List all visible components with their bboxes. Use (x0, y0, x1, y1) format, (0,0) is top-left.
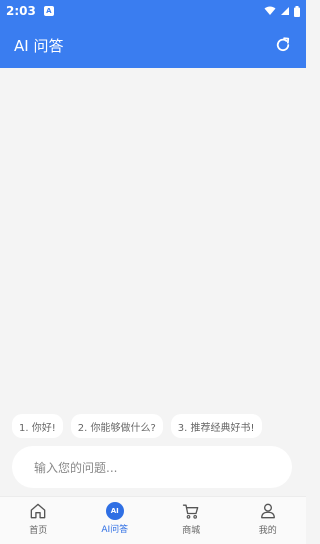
tab-me[interactable]: 我的 (230, 497, 307, 540)
tab-home[interactable]: 首页 (0, 497, 77, 540)
tab-mall[interactable]: 商城 (153, 497, 230, 540)
signal-icon (281, 7, 289, 15)
refresh-icon[interactable] (274, 36, 292, 54)
cart-icon (183, 504, 199, 519)
suggestion-chip-hello[interactable]: 1. 你好! (12, 414, 63, 438)
status-icons (264, 5, 300, 17)
question-input[interactable]: 输入您的问题... (12, 446, 292, 488)
tab-label-ai-qa: AI问答 (101, 525, 129, 535)
suggestion-chip-books[interactable]: 3. 推荐经典好书! (170, 414, 262, 438)
user-icon (260, 503, 275, 519)
status-time: 2:03 (6, 4, 36, 18)
ai-icon: AI (105, 502, 124, 520)
home-icon (30, 503, 46, 519)
app-header: AI 问答 (0, 22, 306, 68)
page-title: AI 问答 (14, 36, 64, 55)
status-bar: 2:03 A (0, 0, 306, 22)
chat-message-area[interactable] (0, 68, 306, 408)
tab-label-me: 我的 (258, 526, 277, 536)
wifi-icon (264, 6, 276, 15)
battery-icon (294, 5, 300, 17)
suggestion-chip-capabilities[interactable]: 2. 你能够做什么? (70, 414, 163, 438)
bottom-tab-bar: 首页 AI AI问答 商城 我的 (0, 496, 306, 540)
tab-label-home: 首页 (29, 526, 48, 536)
tab-label-mall: 商城 (182, 526, 201, 536)
notification-app-icon: A (43, 6, 54, 16)
suggestion-chips: 1. 你好! 2. 你能够做什么? 3. 推荐经典好书! (12, 414, 262, 438)
navigation-bar (0, 540, 306, 544)
tab-ai-qa[interactable]: AI AI问答 (77, 497, 154, 540)
